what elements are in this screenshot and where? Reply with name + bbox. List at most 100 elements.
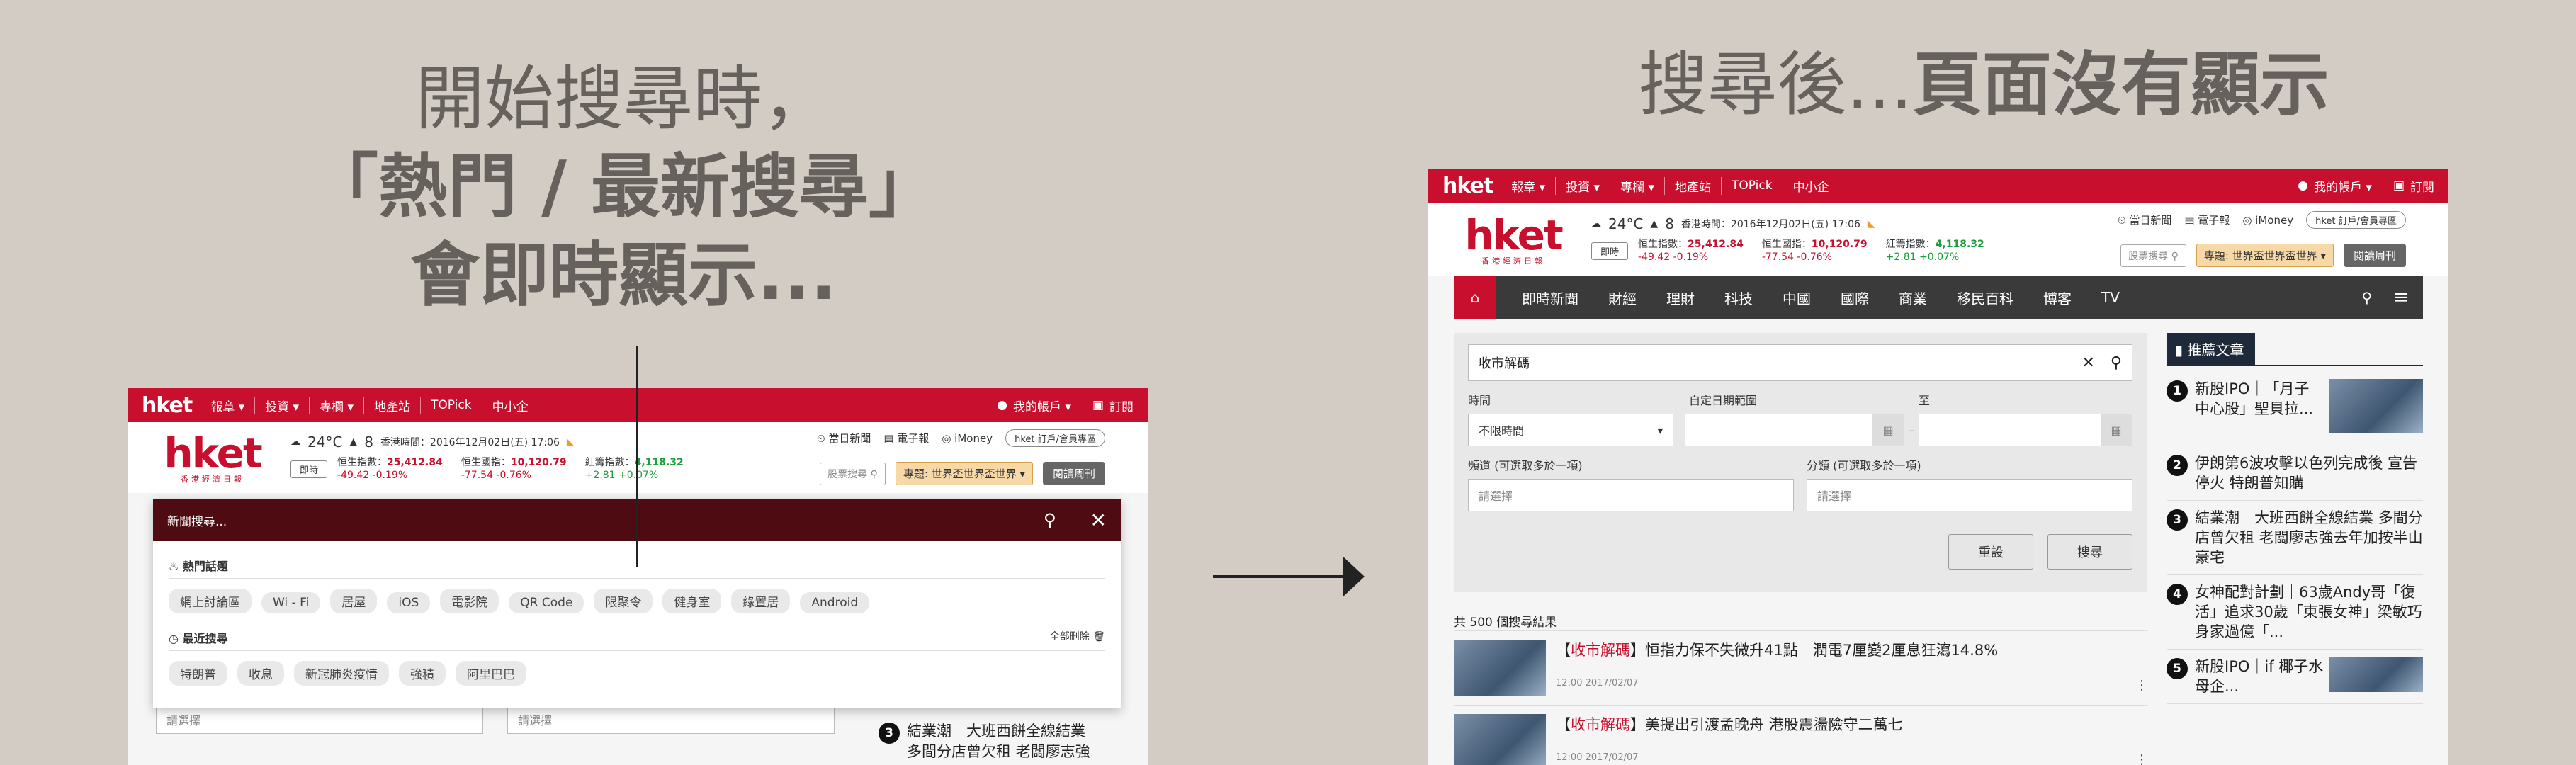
calendar-icon[interactable]: ▦ <box>2101 414 2132 446</box>
result-thumbnail[interactable] <box>1454 640 1546 696</box>
today-news-link[interactable]: ⏲ 當日新聞 <box>2118 212 2171 227</box>
index-hsi[interactable]: 恒生指數：25,412.84 -49.42 -0.19% <box>337 456 443 482</box>
nav-item-sme[interactable]: 中小企 <box>492 397 538 414</box>
search-icon[interactable]: ⚲ <box>1044 510 1056 530</box>
epaper-link[interactable]: ▤ 電子報 <box>883 431 929 446</box>
result-thumbnail[interactable] <box>1454 714 1546 765</box>
nav-item-invest[interactable]: 投資 ▾ <box>265 396 310 414</box>
weekly-button[interactable]: 閱讀周刊 <box>2343 244 2406 267</box>
nav-tab[interactable]: 科技 <box>1724 288 1753 308</box>
imoney-link[interactable]: ◎ iMoney <box>2242 214 2293 227</box>
index-hscei[interactable]: 恒生國指：10,120.79 -77.54 -0.76% <box>461 456 567 482</box>
index-hscei[interactable]: 恒生國指：10,120.79 -77.54 -0.76% <box>1762 238 1868 264</box>
hot-tag[interactable]: Wi - Fi <box>261 592 321 613</box>
index-hsi[interactable]: 恒生指數：25,412.84 -49.42 -0.19% <box>1638 238 1744 264</box>
site-logo[interactable]: hket 香港經濟日報 <box>142 433 283 483</box>
today-news-link[interactable]: ⏲ 當日新聞 <box>817 431 871 446</box>
search-button[interactable]: 搜尋 <box>2047 534 2132 570</box>
recent-tag[interactable]: 新冠肺炎疫情 <box>294 661 389 686</box>
stock-search-input[interactable]: 股票搜尋 ⚲ <box>820 462 886 485</box>
hot-tag[interactable]: 限聚令 <box>594 589 653 613</box>
hket-logo[interactable]: hket <box>142 393 193 418</box>
list-item[interactable]: 【收市解碼】美提出引渡孟晚舟 港股震盪險守二萬七 12:00 2017/02/0… <box>1454 706 2148 765</box>
account-menu[interactable]: ● 我的帳戶 ▾ <box>997 397 1071 414</box>
recent-tag[interactable]: 收息 <box>237 661 284 686</box>
nav-tab[interactable]: 中國 <box>1783 288 1811 308</box>
account-menu[interactable]: ● 我的帳戶 ▾ <box>2298 177 2372 195</box>
hot-tag[interactable]: 健身室 <box>662 589 722 613</box>
member-area-link[interactable]: hket 訂戶/會員專區 <box>1005 429 1105 447</box>
recent-tag[interactable]: 強積 <box>399 661 446 686</box>
hot-tag[interactable]: Android <box>800 592 870 613</box>
hket-logo[interactable]: hket <box>1442 174 1493 198</box>
recent-tag[interactable]: 特朗普 <box>169 661 227 686</box>
list-item[interactable]: 5 新股IPO｜if 椰子水母企... <box>2167 650 2423 704</box>
hot-tag[interactable]: 電影院 <box>440 589 499 613</box>
list-item[interactable]: 2 伊朗第6波攻擊以色列完成後 宣告停火 特朗普知購 <box>2167 446 2423 501</box>
instant-badge[interactable]: 即時 <box>1591 242 1629 260</box>
hot-tag[interactable]: 居屋 <box>330 589 378 613</box>
channel-select[interactable]: 請選擇 <box>156 706 483 734</box>
index-redchip[interactable]: 紅籌指數：4,118.32 +2.81 +0.07% <box>585 456 684 482</box>
article-thumbnail[interactable] <box>2329 379 2423 433</box>
result-title[interactable]: 【收市解碼】美提出引渡孟晚舟 港股震盪險守二萬七 <box>1556 714 2148 735</box>
category-select[interactable]: 請選擇 <box>1807 479 2132 511</box>
member-area-link[interactable]: hket 訂戶/會員專區 <box>2306 211 2406 229</box>
weekly-button[interactable]: 閱讀周刊 <box>1042 462 1105 485</box>
reset-button[interactable]: 重設 <box>1948 534 2033 570</box>
list-item[interactable]: 4 女神配對計劃｜63歲Andy哥「復活」追求30歲「東張女神」梁敏巧 身家過億「… <box>2167 575 2437 650</box>
nav-item-sme[interactable]: 中小企 <box>1793 177 1839 195</box>
list-item[interactable]: 3 結業潮｜大班西餅全線結業 多間分店曾欠租 老闆廖志強去年加按半山豪宅 <box>2167 501 2423 575</box>
search-icon[interactable]: ⚲ <box>2362 289 2373 306</box>
nav-tab[interactable]: 移民百科 <box>1957 288 2013 308</box>
nav-item-property[interactable]: 地產站 <box>374 396 422 414</box>
subscribe-link[interactable]: ▣ 訂閱 <box>1092 397 1134 414</box>
nav-item-topick[interactable]: TOPick <box>431 398 482 412</box>
hot-tag[interactable]: 網上討論區 <box>169 589 252 613</box>
nav-item-newspaper[interactable]: 報章 ▾ <box>210 396 256 414</box>
rss-icon[interactable]: ◣ <box>1868 218 1875 230</box>
article-thumbnail[interactable] <box>2329 657 2423 692</box>
clear-icon[interactable]: ✕ <box>2081 354 2094 372</box>
list-item[interactable]: 【收市解碼】恒指力保不失微升41點 潤電7厘變2厘息狂瀉14.8% 12:00 … <box>1454 631 2148 706</box>
subscribe-link[interactable]: ▣ 訂閱 <box>2393 177 2434 195</box>
result-title[interactable]: 【收市解碼】恒指力保不失微升41點 潤電7厘變2厘息狂瀉14.8% <box>1556 640 2148 661</box>
news-search-input[interactable]: 新聞搜尋... <box>167 511 1044 529</box>
list-item[interactable]: 3 結業潮｜大班西餅全線結業 多間分店曾欠租 老闆廖志強 <box>879 721 1090 762</box>
hot-tag[interactable]: QR Code <box>509 592 584 613</box>
nav-item-property[interactable]: 地產站 <box>1675 176 1722 195</box>
nav-tab[interactable]: 國際 <box>1841 288 1869 308</box>
more-icon[interactable]: ⋮ <box>2135 678 2148 693</box>
instant-badge[interactable]: 即時 <box>290 460 328 478</box>
nav-item-topick[interactable]: TOPick <box>1732 178 1783 193</box>
search-icon[interactable]: ⚲ <box>2111 354 2122 372</box>
nav-tab[interactable]: TV <box>2101 289 2120 306</box>
search-input[interactable]: 收市解碼 ✕ ⚲ <box>1468 344 2132 381</box>
recent-tag[interactable]: 阿里巴巴 <box>456 661 526 686</box>
hot-tag[interactable]: iOS <box>387 592 431 613</box>
rss-icon[interactable]: ◣ <box>567 436 575 448</box>
nav-tab[interactable]: 財經 <box>1608 288 1637 308</box>
nav-tab[interactable]: 即時新聞 <box>1522 288 1578 308</box>
hot-tag[interactable]: 綠置居 <box>731 589 791 613</box>
clear-all-button[interactable]: 全部刪除 🗑 <box>1050 629 1105 646</box>
epaper-link[interactable]: ▤ 電子報 <box>2184 212 2230 227</box>
nav-tab[interactable]: 商業 <box>1899 288 1927 308</box>
category-select[interactable]: 請選擇 <box>507 706 835 734</box>
nav-item-column[interactable]: 專欄 ▾ <box>1620 176 1666 195</box>
stock-search-input[interactable]: 股票搜尋 ⚲ <box>2120 244 2186 267</box>
calendar-icon[interactable]: ▦ <box>1872 414 1904 446</box>
site-logo[interactable]: hket 香港經濟日報 <box>1442 215 1584 265</box>
topic-select[interactable]: 專題: 世界盃世界盃世界 ▾ <box>2196 244 2334 267</box>
date-to-input[interactable]: ▦ <box>1919 414 2132 446</box>
nav-tab[interactable]: 博客 <box>2043 288 2072 308</box>
date-from-input[interactable]: ▦ <box>1685 414 1905 446</box>
index-redchip[interactable]: 紅籌指數：4,118.32 +2.81 +0.07% <box>1886 238 1984 264</box>
nav-item-invest[interactable]: 投資 ▾ <box>1566 176 1611 195</box>
nav-item-column[interactable]: 專欄 ▾ <box>320 396 365 414</box>
time-select[interactable]: 不限時間 ▾ <box>1468 414 1674 446</box>
nav-item-newspaper[interactable]: 報章 ▾ <box>1511 176 1557 195</box>
menu-icon[interactable]: ≡ <box>2393 287 2409 308</box>
more-icon[interactable]: ⋮ <box>2135 752 2148 765</box>
channel-select[interactable]: 請選擇 <box>1468 479 1794 511</box>
